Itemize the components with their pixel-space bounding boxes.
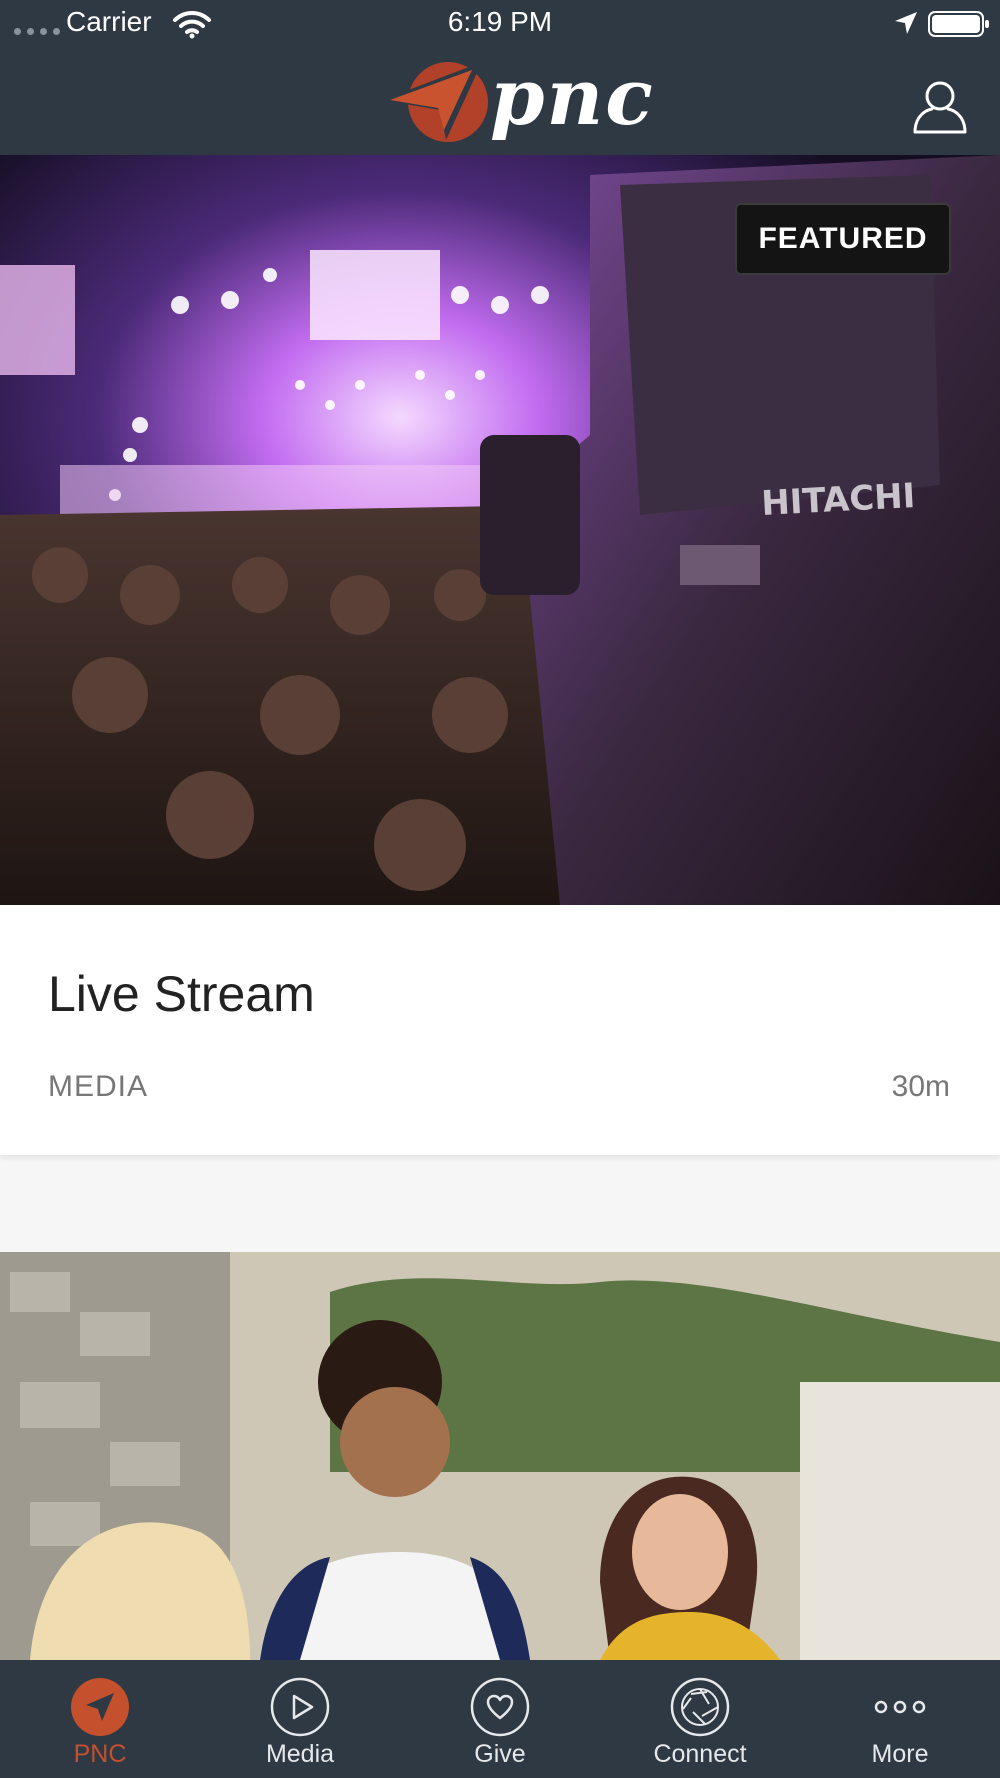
card-title: Live Stream xyxy=(48,966,315,1022)
play-circle-icon xyxy=(270,1677,330,1737)
heart-circle-icon xyxy=(470,1677,530,1737)
tab-more[interactable]: More xyxy=(800,1660,1000,1778)
people-photo-illustration xyxy=(0,1252,1000,1660)
tab-label: Give xyxy=(474,1740,526,1768)
card-duration: 30m xyxy=(891,1070,950,1103)
svg-text:HITACHI: HITACHI xyxy=(760,476,916,524)
app-screen: Carrier 6:19 PM pnc HITACHI FEATURED Liv… xyxy=(0,0,1000,1778)
aperture-circle-icon xyxy=(670,1677,730,1737)
card-category: MEDIA xyxy=(48,1070,149,1103)
featured-image[interactable]: HITACHI FEATURED xyxy=(0,155,1000,905)
tab-label: PNC xyxy=(73,1740,127,1768)
featured-card-details[interactable]: Live Stream MEDIA 30m xyxy=(0,905,1000,1155)
more-dots-icon xyxy=(874,1700,926,1714)
navigation-arrow-icon xyxy=(71,1678,129,1736)
logo-wordmark: pnc xyxy=(490,52,655,143)
tab-connect[interactable]: Connect xyxy=(600,1660,800,1778)
tab-pnc[interactable]: PNC xyxy=(0,1660,200,1778)
tab-bar: PNC Media Give Connect More xyxy=(0,1660,1000,1778)
tab-media[interactable]: Media xyxy=(200,1660,400,1778)
status-bar: Carrier 6:19 PM xyxy=(0,0,1000,48)
featured-badge: FEATURED xyxy=(735,203,951,275)
tab-label: More xyxy=(871,1740,929,1768)
clock-time: 6:19 PM xyxy=(447,6,553,37)
profile-icon[interactable] xyxy=(912,78,968,134)
top-bar: Carrier 6:19 PM pnc xyxy=(0,0,1000,155)
tab-label: Connect xyxy=(653,1740,747,1768)
second-card-image[interactable] xyxy=(0,1252,1000,1660)
tab-label: Media xyxy=(265,1740,335,1768)
battery-icon xyxy=(928,11,989,37)
location-arrow-icon xyxy=(895,12,917,34)
tab-give[interactable]: Give xyxy=(400,1660,600,1778)
